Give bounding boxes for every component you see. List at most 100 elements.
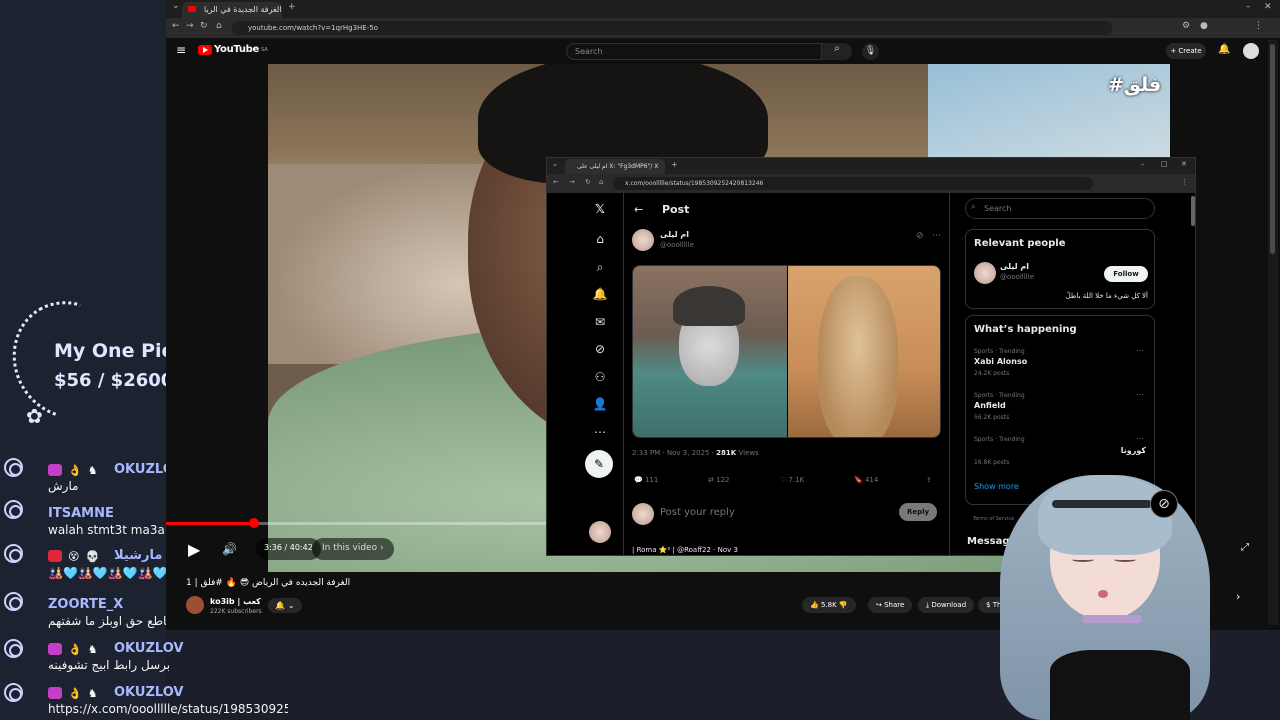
trend-more-icon[interactable]: ⋯ — [1136, 346, 1144, 355]
author-handle[interactable]: @ooollllle — [660, 241, 694, 249]
more-options-icon[interactable]: ⋯ — [932, 231, 941, 241]
minimize-icon[interactable]: – — [1246, 2, 1251, 12]
microphone-icon[interactable]: 🎙 — [862, 43, 879, 60]
scrollbar-thumb[interactable] — [1191, 196, 1195, 226]
relevant-avatar[interactable] — [974, 262, 996, 284]
back-arrow-icon[interactable]: ← — [634, 203, 643, 216]
home-icon[interactable]: ⌂ — [599, 178, 603, 186]
avatar-eye — [1114, 557, 1136, 562]
in-this-video-button[interactable]: In this video › — [312, 538, 394, 560]
card-title: Relevant people — [974, 238, 1066, 249]
post-image-2[interactable] — [788, 266, 940, 437]
video-hashtag-watermark: #فلق — [1108, 74, 1162, 96]
channel-avatar[interactable] — [186, 596, 204, 614]
scrollbar-thumb[interactable] — [1270, 44, 1275, 254]
bookmark-action[interactable]: 🔖 414 — [854, 476, 878, 484]
create-button[interactable]: + Create — [1166, 43, 1206, 59]
trend-count: 24.2K posts — [974, 370, 1010, 377]
url-input[interactable]: youtube.com/watch?v=1qrHg3HE-5o — [232, 21, 1112, 35]
account-avatar[interactable] — [589, 521, 611, 543]
url-input[interactable]: x.com/ooollllle/status/19853092524208132… — [613, 177, 1093, 190]
avatar-body — [1050, 650, 1190, 720]
tab-x-post[interactable]: ام ليلى على X: "Fg3dMP6"/ X — [565, 159, 665, 174]
communities-icon[interactable]: ⚇ — [591, 368, 609, 386]
hamburger-menu-icon[interactable]: ≡ — [176, 43, 186, 57]
extensions-icon[interactable]: ⚙ — [1182, 21, 1190, 31]
post-image-1[interactable] — [633, 266, 787, 437]
reply-input[interactable]: Post your reply — [660, 507, 735, 518]
post-media[interactable] — [632, 265, 941, 438]
author-display-name[interactable]: ام ليلى — [660, 230, 689, 239]
chat-username: OKUZLOV — [114, 685, 184, 700]
youtube-logo[interactable]: YouTube SA — [198, 44, 268, 55]
trend-name[interactable]: Anfield — [974, 401, 1006, 410]
notifications-icon[interactable]: 🔔 — [591, 285, 609, 303]
repost-count: 122 — [716, 476, 730, 484]
trend-more-icon[interactable]: ⋯ — [1136, 434, 1144, 443]
logo-text: YouTube — [214, 44, 259, 55]
more-icon[interactable]: ⋯ — [591, 423, 609, 441]
follow-button[interactable]: Follow — [1104, 266, 1148, 282]
search-button[interactable]: ⌕ — [822, 43, 852, 60]
repost-action[interactable]: ⇄ 122 — [708, 476, 729, 484]
compose-post-button[interactable]: ✎ — [585, 450, 613, 478]
subscribed-bell-button[interactable]: 🔔 ⌄ — [268, 598, 302, 613]
x-logo-icon[interactable]: 𝕏 — [591, 200, 609, 218]
profile-icon[interactable]: ● — [1200, 21, 1208, 31]
new-tab-icon[interactable]: + — [671, 160, 678, 169]
like-action[interactable]: ♡ 7.1K — [780, 476, 804, 484]
grok-icon[interactable]: ⊘ — [916, 231, 924, 241]
emote-icon: ♞ — [87, 464, 98, 477]
progress-scrubber[interactable] — [249, 518, 260, 528]
tab-menu-icon[interactable]: ⌄ — [552, 160, 558, 168]
fullscreen-icon[interactable]: ⤢ — [1241, 542, 1249, 553]
new-tab-icon[interactable]: + — [288, 2, 296, 12]
close-icon[interactable]: ✕ — [1264, 2, 1272, 12]
chevron-right-icon[interactable]: › — [1236, 590, 1240, 603]
grok-icon[interactable]: ⊘ — [591, 340, 609, 358]
grok-floating-icon[interactable]: ⊘ — [1150, 490, 1178, 518]
next-reply-header[interactable]: | Roma ⭐² | @Roaff22 · Nov 3 — [632, 546, 738, 554]
tab-menu-icon[interactable]: ⌄ — [172, 1, 180, 11]
search-input[interactable]: Search — [566, 43, 822, 60]
emote-icon: 👌 — [68, 643, 82, 656]
forward-icon[interactable]: → — [569, 178, 575, 186]
back-icon[interactable]: ← — [172, 21, 180, 31]
avatar[interactable] — [1243, 43, 1259, 59]
close-icon[interactable]: ✕ — [1181, 160, 1187, 168]
back-icon[interactable]: ← — [553, 178, 559, 186]
feather-icon: ✎ — [593, 457, 605, 471]
reply-action[interactable]: 💬 111 — [634, 476, 658, 484]
share-icon[interactable]: ⇪ — [926, 476, 932, 484]
menu-icon[interactable]: ⋮ — [1181, 178, 1188, 186]
trend-more-icon[interactable]: ⋯ — [1136, 390, 1144, 399]
download-button[interactable]: ⤓ Download — [918, 597, 975, 613]
relevant-name[interactable]: ام ليلى — [1000, 262, 1029, 271]
play-icon[interactable]: ▶ — [188, 540, 200, 559]
menu-icon[interactable]: ⋮ — [1254, 21, 1263, 31]
relevant-handle[interactable]: @ooollllle — [1000, 273, 1034, 281]
chat-emotes: 🎎🩵🎎🩵🎎🩵🎎🩵 — [48, 566, 168, 580]
home-icon[interactable]: ⌂ — [591, 230, 609, 248]
maximize-icon[interactable]: □ — [1161, 160, 1168, 168]
minimize-icon[interactable]: – — [1141, 160, 1145, 168]
profile-icon[interactable]: 👤 — [591, 395, 609, 413]
reply-button[interactable]: Reply — [899, 503, 937, 521]
volume-icon[interactable]: 🔊 — [222, 542, 237, 556]
home-icon[interactable]: ⌂ — [216, 21, 222, 31]
like-button[interactable]: 👍 5.8K 👎 — [802, 597, 856, 613]
channel-name[interactable]: ko3ib | كعب — [210, 597, 261, 606]
explore-search-icon[interactable]: ⌕ — [591, 258, 609, 276]
reload-icon[interactable]: ↻ — [585, 178, 591, 186]
reload-icon[interactable]: ↻ — [200, 21, 208, 31]
messages-icon[interactable]: ✉ — [591, 313, 609, 331]
chevron-down-icon: ⌄ — [287, 601, 295, 610]
notifications-bell-icon[interactable]: 🔔 — [1218, 44, 1230, 55]
tab-youtube[interactable]: فلق 1 | الغرفة الجديدة في الريا# — [182, 2, 282, 18]
repost-icon: ⇄ — [708, 476, 714, 484]
author-avatar[interactable] — [632, 229, 654, 251]
forward-icon[interactable]: → — [186, 21, 194, 31]
trend-name[interactable]: Xabi Alonso — [974, 357, 1027, 366]
share-button[interactable]: ↪ Share — [868, 597, 913, 613]
search-input[interactable]: Search — [965, 198, 1155, 219]
